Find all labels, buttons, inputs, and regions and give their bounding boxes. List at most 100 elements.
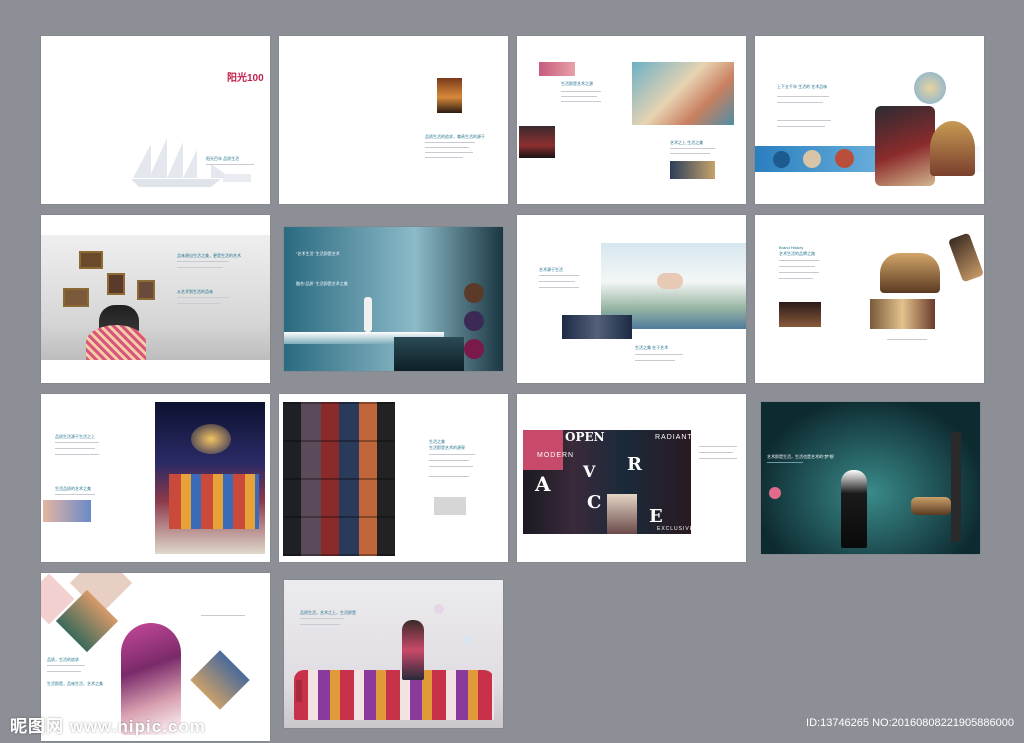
p8-text-line <box>887 339 927 340</box>
woman-on-platform-image <box>364 297 372 332</box>
p8-caption-2: 艺术生活的品牌之路 <box>779 251 815 256</box>
archer-figure-image <box>841 470 867 548</box>
p11-text-line <box>699 458 737 459</box>
p3-caption-2: 艺术之上 生活之美 <box>670 140 704 145</box>
cover-rule <box>206 164 254 165</box>
p10-text-line <box>429 466 473 467</box>
page-3: 生活即是艺术之源 艺术之上 生活之美 <box>517 36 746 204</box>
bubble-2 <box>464 636 472 644</box>
p2-text-line <box>425 157 463 158</box>
word-radiant: RADIANT <box>655 434 693 441</box>
p13-caption-1: 品质，生活的追求 <box>47 657 79 662</box>
p5-caption-2: 从艺术到生活的品味 <box>177 289 213 294</box>
woman-figure-image <box>402 620 424 680</box>
dining-diamond <box>190 650 250 710</box>
circle-inset-3 <box>464 339 484 359</box>
tree-image <box>951 432 961 542</box>
pink-panel <box>523 430 563 470</box>
frame-4 <box>137 280 155 300</box>
street-photo-image <box>519 126 555 158</box>
p11-text-line <box>699 452 733 453</box>
reflection-image <box>394 337 464 371</box>
p8-text-line <box>779 266 815 267</box>
p6-caption-1: “艺术生活” 生活即是艺术 <box>296 251 340 256</box>
p10-text-line <box>429 454 475 455</box>
p10-text-line <box>429 476 469 477</box>
page-1-cover: 阳光100 阳光百年 品质生活 <box>41 36 270 204</box>
gift-boxes-image <box>169 474 259 529</box>
p2-text-line <box>425 147 469 148</box>
p3-text-line <box>561 96 597 97</box>
p9-caption-2: 生活品质的艺术之美 <box>55 486 91 491</box>
p6-caption-2: 融合“品质” 生活即是艺术之美 <box>296 281 348 286</box>
p9-text-line <box>55 454 99 455</box>
p8-caption-1: Brand History <box>779 245 804 250</box>
p14-text-line <box>300 624 340 625</box>
frame-1 <box>79 251 103 269</box>
p10-caption-2: 生活即是艺术的源泉 <box>429 445 465 450</box>
page-6: “艺术生活” 生活即是艺术 融合“品质” 生活即是艺术之美 <box>284 227 503 371</box>
p4-caption: 上下五千年 生活的 艺术品味 <box>777 84 828 89</box>
p3-caption-1: 生活即是艺术之源 <box>561 81 593 86</box>
city-night-image <box>562 315 632 339</box>
vases-image <box>880 253 940 293</box>
page-12: 艺术即是生活，生活也是艺术的“梦”想 <box>761 402 980 554</box>
p13-text-line <box>47 671 81 672</box>
page-4: 上下五千年 生活的 艺术品味 <box>755 36 984 204</box>
circle-inset-1 <box>464 283 484 303</box>
p7-text-line <box>539 287 579 288</box>
word-open: OPEN <box>565 430 605 444</box>
p12-text-line <box>767 462 803 463</box>
circle-photo-1 <box>773 151 790 168</box>
circle-inset-2 <box>464 311 484 331</box>
p2-caption: 品质生活的追求，尊贵生活的源于 <box>425 134 485 139</box>
circle-photo-3 <box>835 149 854 168</box>
page-11: OPEN MODERN RADIANT R V A C E EXCLUSIVE … <box>517 394 746 562</box>
flower-left-image <box>769 487 781 499</box>
family-photo-image <box>43 500 91 522</box>
fantasy-art-image <box>632 62 734 125</box>
p14-text-line <box>300 618 344 619</box>
p3-text-line <box>561 101 601 102</box>
p13-text-line <box>47 665 85 666</box>
p9-text-line <box>55 494 95 495</box>
p7-caption-1: 艺术源于生活 <box>539 267 563 272</box>
arm-torch-image <box>947 232 984 283</box>
p4-text-line <box>777 126 825 127</box>
page-8: Brand History 艺术生活的品牌之路 <box>755 215 984 383</box>
letter-a: A <box>535 472 551 496</box>
p3-text-line <box>670 153 710 154</box>
p7-text-line <box>539 275 579 276</box>
p13-text-line <box>201 615 245 616</box>
p3-text-line <box>670 148 715 149</box>
frame-3 <box>63 288 89 307</box>
pink-sky-image <box>539 62 575 76</box>
p7-caption-2: 生活之美 在于艺术 <box>635 345 669 350</box>
p13-caption-2: 生活即是，品味生活，艺术之美 <box>47 681 103 686</box>
page-7: 艺术源于生活 生活之美 在于艺术 <box>517 215 746 383</box>
balloon-circle-image <box>914 72 946 104</box>
word-modern: MODERN <box>537 452 575 459</box>
carousel-image <box>930 121 975 176</box>
grey-block <box>434 497 466 515</box>
p5-caption-1: 品味源自生活之美，更是生活的艺术 <box>177 253 241 258</box>
woman-figure <box>657 273 683 289</box>
letter-c: C <box>587 492 602 513</box>
p2-text-line <box>425 142 475 143</box>
dining-image <box>870 299 935 329</box>
small-night-image <box>670 161 715 179</box>
car-image <box>911 497 951 515</box>
p9-caption-1: 品质生活源于生活之上 <box>55 434 95 439</box>
bubble-1 <box>434 604 444 614</box>
guitar-player-image <box>875 106 935 186</box>
p5-text-line <box>177 267 223 268</box>
p4-text-line <box>777 120 831 121</box>
p5-text-line <box>177 261 229 262</box>
brand-logo: 阳光100 <box>227 73 264 84</box>
photo-panel <box>607 494 637 534</box>
circle-photo-2 <box>803 150 821 168</box>
p4-text-line <box>777 102 823 103</box>
letter-r: R <box>627 454 642 475</box>
p11-text-line <box>699 446 737 447</box>
gift-pile-image <box>294 670 494 720</box>
